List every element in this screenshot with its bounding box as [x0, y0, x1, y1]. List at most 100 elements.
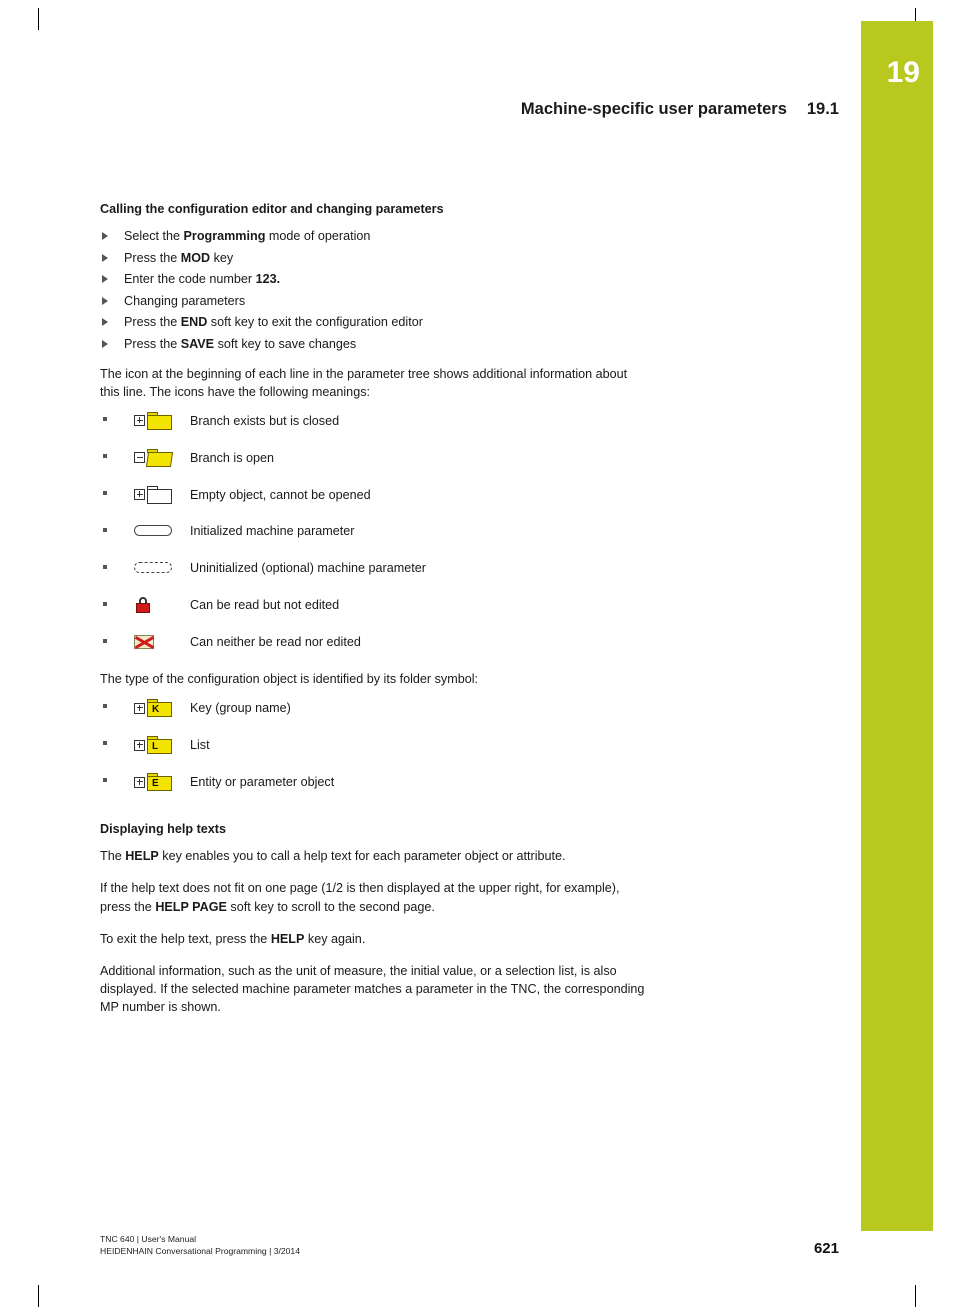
icon-label: Can be read but not edited — [190, 597, 340, 612]
header-title: Machine-specific user parameters — [520, 100, 787, 118]
step-text-post: key — [210, 250, 234, 265]
uninitialized-parameter-icon — [128, 562, 190, 574]
step-text-post: soft key to exit the configuration edito… — [207, 315, 423, 329]
icon-label: Empty object, cannot be opened — [190, 487, 371, 502]
list-item: Uninitialized (optional) machine paramet… — [100, 559, 645, 591]
help-text-post: soft key to scroll to the second page. — [226, 899, 435, 914]
square-bullet-icon — [103, 741, 107, 746]
help-text-bold: HELP PAGE — [155, 899, 227, 914]
square-bullet-icon — [103, 704, 107, 709]
footer-meta: TNC 640 | User's Manual HEIDENHAIN Conve… — [100, 1233, 300, 1257]
step-text-bold: Programming — [183, 229, 266, 243]
square-bullet-icon — [103, 601, 107, 606]
read-only-lock-icon — [128, 596, 190, 614]
page-content: Calling the configuration editor and cha… — [100, 200, 645, 1017]
empty-object-icon — [128, 485, 190, 505]
list-item: E Entity or parameter object — [100, 772, 645, 804]
help-paragraph-4: Additional information, such as the unit… — [100, 963, 645, 1015]
icon-label: Branch is open — [190, 450, 275, 465]
step-text-bold: MOD — [180, 250, 211, 265]
step-text-bold: SAVE — [180, 336, 215, 351]
step-text-pre: Enter the code number — [124, 272, 256, 286]
step-text-post: mode of operation — [265, 229, 371, 243]
triangle-bullet-icon — [102, 275, 108, 283]
square-bullet-icon — [103, 490, 107, 495]
folder-type-list: K Key (group name) L List E Entity or pa… — [100, 698, 645, 804]
list-item: Can be read but not edited — [100, 596, 645, 628]
page-header: Machine-specific user parameters 19.1 — [100, 100, 839, 119]
footer-line-2: HEIDENHAIN Conversational Programming | … — [100, 1246, 300, 1256]
list-item: Select the Programming mode of operation — [100, 227, 645, 245]
step-text-bold: END — [180, 315, 208, 329]
list-item: Press the SAVE soft key to save changes — [100, 335, 645, 353]
triangle-bullet-icon — [102, 253, 108, 262]
triangle-bullet-icon — [102, 296, 108, 305]
header-section-number: 19.1 — [806, 100, 839, 118]
folder-intro-paragraph: The type of the configuration object is … — [100, 671, 479, 686]
triangle-bullet-icon — [102, 339, 108, 348]
calling-heading: Calling the configuration editor and cha… — [100, 202, 444, 216]
square-bullet-icon — [103, 778, 107, 783]
help-text-bold: HELP — [125, 849, 159, 864]
icon-label: Initialized machine parameter — [190, 523, 355, 538]
folder-glyph: L — [152, 741, 159, 753]
help-text-post: key enables you to call a help text for … — [158, 849, 566, 864]
steps-list: Select the Programming mode of operation… — [100, 227, 645, 353]
footer-line-1: TNC 640 | User's Manual — [100, 1234, 197, 1244]
folder-glyph: K — [152, 704, 160, 716]
icon-label: Branch exists but is closed — [190, 413, 340, 428]
icon-intro-paragraph: The icon at the beginning of each line i… — [100, 366, 628, 399]
step-text-pre: Press the — [124, 250, 181, 265]
step-text-bold: 123. — [255, 272, 281, 286]
folder-open-minus-icon — [128, 448, 190, 468]
icon-label: Can neither be read nor edited — [190, 634, 361, 649]
help-heading: Displaying help texts — [100, 822, 226, 837]
list-item: Changing parameters — [100, 292, 645, 310]
list-item: Enter the code number 123. — [100, 270, 645, 288]
icon-label: Uninitialized (optional) machine paramet… — [190, 560, 426, 575]
list-item: K Key (group name) — [100, 698, 645, 730]
help-text-pre: The — [100, 849, 126, 864]
crop-mark-top-left — [38, 8, 39, 30]
help-text-post: key again. — [304, 931, 366, 946]
list-item: Can neither be read nor edited — [100, 633, 645, 665]
square-bullet-icon — [103, 564, 107, 569]
help-paragraph-1: The HELP key enables you to call a help … — [100, 847, 645, 865]
list-item: Branch exists but is closed — [100, 411, 645, 443]
crop-mark-bottom-left — [38, 1285, 39, 1307]
step-text-pre: Select the — [124, 229, 184, 243]
list-item: Initialized machine parameter — [100, 522, 645, 554]
list-item: Empty object, cannot be opened — [100, 485, 645, 517]
crop-mark-bottom-right — [915, 1285, 916, 1307]
folder-closed-plus-icon — [128, 411, 190, 431]
page-number: 621 — [813, 1240, 839, 1257]
icon-label: List — [190, 738, 210, 753]
square-bullet-icon — [103, 527, 107, 532]
step-text-pre: Changing parameters — [124, 293, 246, 308]
triangle-bullet-icon — [102, 318, 108, 326]
chapter-tab — [861, 21, 933, 1231]
list-item: Branch is open — [100, 448, 645, 480]
list-item: Press the MOD key — [100, 249, 645, 267]
triangle-bullet-icon — [102, 232, 108, 240]
folder-entity-icon: E — [128, 772, 190, 792]
help-paragraph-2: If the help text does not fit on one pag… — [100, 879, 645, 915]
help-paragraph-3: To exit the help text, press the HELP ke… — [100, 930, 645, 948]
folder-list-icon: L — [128, 735, 190, 755]
list-item: Press the END soft key to exit the confi… — [100, 313, 645, 331]
folder-glyph: E — [152, 778, 159, 790]
chapter-number: 19 — [886, 56, 920, 89]
square-bullet-icon — [103, 416, 107, 421]
icon-meaning-list: Branch exists but is closed Branch is op… — [100, 411, 645, 665]
step-text-post: soft key to save changes — [214, 336, 357, 351]
no-read-no-edit-icon — [128, 633, 190, 651]
help-text-bold: HELP — [270, 931, 305, 946]
icon-label: Key (group name) — [190, 701, 291, 716]
list-item: L List — [100, 735, 645, 767]
icon-label: Entity or parameter object — [190, 775, 335, 790]
step-text-pre: Press the — [124, 315, 181, 329]
initialized-parameter-icon — [128, 525, 190, 537]
square-bullet-icon — [103, 638, 107, 643]
folder-key-icon: K — [128, 698, 190, 718]
help-text-pre: To exit the help text, press the — [100, 931, 271, 946]
